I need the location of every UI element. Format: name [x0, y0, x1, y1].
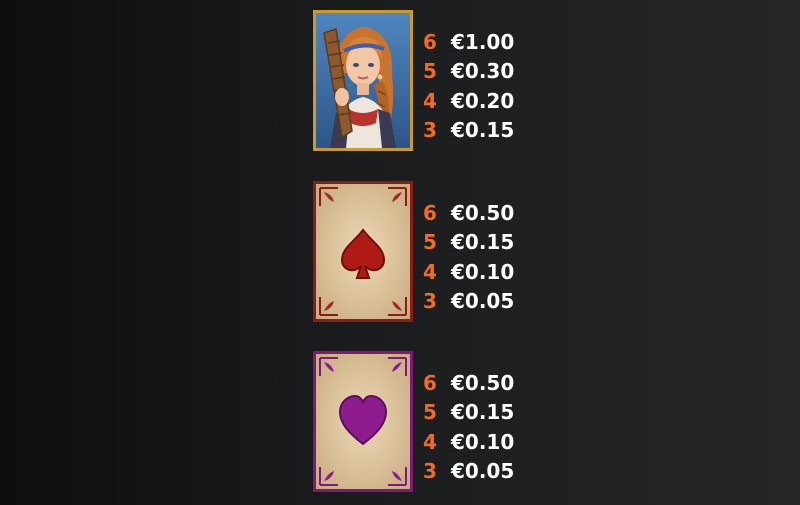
paytable-row-heart: 6 €0.50 5 €0.15 4 €0.10 3 €0.05 [313, 351, 573, 494]
paytable-row-spade: 6 €0.50 5 €0.15 4 €0.10 3 €0.05 [313, 181, 573, 324]
payout-value: €0.15 [451, 400, 515, 425]
payout-value: €0.15 [451, 230, 515, 255]
heart-card-icon [313, 351, 413, 492]
payout-line: 3 €0.05 [423, 287, 514, 317]
payout-line: 5 €0.15 [423, 228, 514, 258]
payout-list: 6 €0.50 5 €0.15 4 €0.10 3 €0.05 [423, 368, 514, 486]
payout-count: 5 [423, 59, 437, 84]
payout-value: €0.50 [451, 370, 515, 395]
payout-value: €0.30 [451, 59, 515, 84]
payout-list: 6 €0.50 5 €0.15 4 €0.10 3 €0.05 [423, 198, 514, 316]
paytable-row-maiden: 6 €1.00 5 €0.30 4 €0.20 3 €0.15 [313, 10, 573, 153]
payout-line: 4 €0.20 [423, 86, 514, 116]
payout-count: 6 [423, 370, 437, 395]
payout-line: 4 €0.10 [423, 257, 514, 287]
payout-line: 3 €0.15 [423, 116, 514, 146]
payout-line: 6 €1.00 [423, 27, 514, 57]
payout-count: 6 [423, 200, 437, 225]
payout-value: €0.05 [451, 459, 515, 484]
payout-value: €1.00 [451, 29, 515, 54]
payout-line: 4 €0.10 [423, 427, 514, 457]
spade-card-icon [313, 181, 413, 322]
payout-count: 3 [423, 459, 437, 484]
payout-line: 6 €0.50 [423, 198, 514, 228]
payout-value: €0.10 [451, 429, 515, 454]
payout-count: 3 [423, 289, 437, 314]
payout-list: 6 €1.00 5 €0.30 4 €0.20 3 €0.15 [423, 27, 514, 145]
payout-value: €0.50 [451, 200, 515, 225]
payout-value: €0.10 [451, 259, 515, 284]
payout-count: 4 [423, 88, 437, 113]
payout-line: 5 €0.30 [423, 57, 514, 87]
payout-count: 4 [423, 259, 437, 284]
payout-count: 6 [423, 29, 437, 54]
payout-count: 3 [423, 118, 437, 143]
lute-maiden-icon [313, 10, 413, 151]
payout-value: €0.15 [451, 118, 515, 143]
payout-line: 5 €0.15 [423, 398, 514, 428]
payout-line: 6 €0.50 [423, 368, 514, 398]
payout-count: 4 [423, 429, 437, 454]
payout-count: 5 [423, 230, 437, 255]
payout-count: 5 [423, 400, 437, 425]
payout-value: €0.20 [451, 88, 515, 113]
payout-value: €0.05 [451, 289, 515, 314]
payout-line: 3 €0.05 [423, 457, 514, 487]
